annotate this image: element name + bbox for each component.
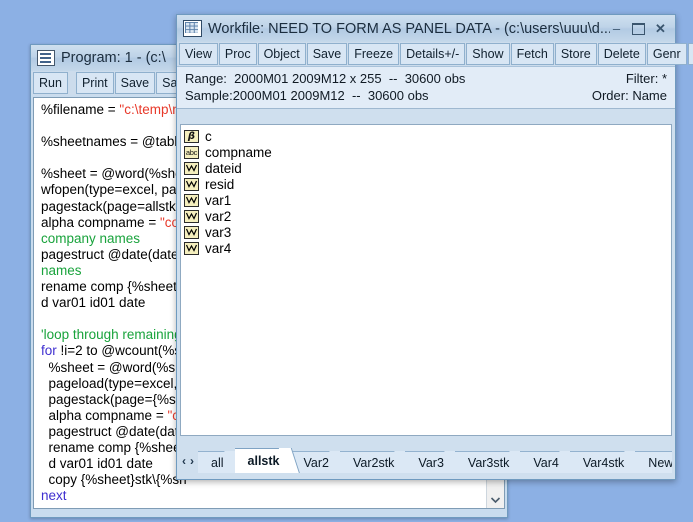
series-icon — [184, 226, 199, 239]
workfile-tab-all[interactable]: all — [198, 451, 235, 473]
close-icon[interactable] — [654, 24, 667, 34]
tab-next-arrow[interactable]: › — [190, 454, 194, 468]
maximize-icon[interactable] — [632, 23, 645, 35]
workfile-window[interactable]: Workfile: NEED TO FORM AS PANEL DATA - (… — [176, 14, 676, 480]
workfile-toolbar-show-button[interactable]: Show — [466, 43, 509, 65]
workfile-toolbar-store-button[interactable]: Store — [555, 43, 597, 65]
workfile-object-row[interactable]: abc compname — [184, 144, 671, 160]
workfile-tab-label: Var2 — [303, 456, 328, 470]
workfile-object-row[interactable]: var4 — [184, 240, 671, 256]
workfile-object-label: var4 — [205, 241, 231, 256]
series-icon — [184, 194, 199, 207]
coefficient-beta-icon: β — [184, 130, 199, 143]
program-icon — [37, 50, 55, 66]
window-controls — [610, 23, 671, 35]
workfile-object-row[interactable]: var1 — [184, 192, 671, 208]
workfile-toolbar-fetch-button[interactable]: Fetch — [511, 43, 554, 65]
tab-prev-arrow[interactable]: ‹ — [182, 454, 186, 468]
workfile-toolbar-freeze-button[interactable]: Freeze — [348, 43, 399, 65]
workfile-sample-row: Sample:2000M01 2009M12 -- 30600 obs Orde… — [185, 87, 667, 104]
workfile-page-tabs[interactable]: all allstk Var2 Var2stk Var3 Var3stk Var4 Var4s… — [198, 448, 672, 473]
program-toolbar-run-button[interactable]: Run — [33, 72, 68, 94]
workfile-toolbar-delete-button[interactable]: Delete — [598, 43, 646, 65]
alpha-series-abc-icon: abc — [184, 146, 199, 159]
workfile-object-row[interactable]: resid — [184, 176, 671, 192]
filter-label: Filter: — [626, 71, 659, 86]
workfile-tab-new-page[interactable]: New Page — [635, 451, 672, 473]
workfile-tab-label: Var2stk — [353, 456, 394, 470]
series-icon — [184, 210, 199, 223]
series-icon — [184, 242, 199, 255]
workfile-toolbar-sample-button[interactable]: Sample — [688, 43, 693, 65]
workfile-toolbar-details-button[interactable]: Details+/- — [400, 43, 465, 65]
workfile-object-label: compname — [205, 145, 272, 160]
filter-value: * — [662, 71, 667, 86]
workfile-object-row[interactable]: var3 — [184, 224, 671, 240]
workfile-object-label: var3 — [205, 225, 231, 240]
workfile-object-label: var2 — [205, 209, 231, 224]
workfile-object-row[interactable]: βc — [184, 128, 671, 144]
workfile-toolbar-proc-button[interactable]: Proc — [219, 43, 257, 65]
workfile-tab-label: allstk — [248, 454, 280, 468]
workfile-toolbar-view-button[interactable]: View — [179, 43, 218, 65]
workfile-titlebar[interactable]: Workfile: NEED TO FORM AS PANEL DATA - (… — [177, 15, 675, 42]
workfile-tab-label: all — [211, 456, 224, 470]
workfile-tab-var4stk[interactable]: Var4stk — [570, 451, 635, 473]
workfile-tab-label: New Page — [648, 456, 672, 470]
workfile-tab-strip[interactable]: ‹ › all allstk Var2 Var2stk Var3 Var3stk Var4 V… — [180, 440, 672, 473]
order-value: Name — [632, 88, 667, 103]
workfile-toolbar-object-button[interactable]: Object — [258, 43, 306, 65]
workfile-tab-var4[interactable]: Var4 — [520, 451, 569, 473]
workfile-tab-label: Var4stk — [583, 456, 624, 470]
workfile-toolbar-genr-button[interactable]: Genr — [647, 43, 687, 65]
workfile-range-row: Range: 2000M01 2009M12 x 255 -- 30600 ob… — [185, 70, 667, 87]
chevron-down-icon[interactable] — [487, 491, 504, 508]
workfile-info-panel: Range: 2000M01 2009M12 x 255 -- 30600 ob… — [177, 66, 675, 109]
code-line-blank — [41, 504, 504, 509]
code-line: next — [41, 488, 504, 504]
series-icon — [184, 162, 199, 175]
sample-value: 2000M01 2009M12 -- 30600 obs — [233, 88, 429, 103]
tab-nav-arrows[interactable]: ‹ › — [180, 454, 198, 473]
workfile-grid-icon — [183, 20, 202, 37]
workfile-object-label: c — [205, 129, 212, 144]
workfile-tab-var3[interactable]: Var3 — [405, 451, 454, 473]
workfile-tab-allstk[interactable]: allstk — [235, 448, 291, 473]
workfile-object-row[interactable]: dateid — [184, 160, 671, 176]
workfile-toolbar-save-button[interactable]: Save — [307, 43, 348, 65]
workfile-object-label: dateid — [205, 161, 242, 176]
workfile-object-row[interactable]: var2 — [184, 208, 671, 224]
sample-label: Sample: — [185, 88, 233, 103]
workfile-tab-label: Var4 — [533, 456, 558, 470]
workfile-tab-label: Var3stk — [468, 456, 509, 470]
order-label: Order: — [592, 88, 629, 103]
range-value: 2000M01 2009M12 x 255 -- 30600 obs — [234, 71, 465, 86]
workfile-tab-var2stk[interactable]: Var2stk — [340, 451, 405, 473]
workfile-object-label: var1 — [205, 193, 231, 208]
program-toolbar-print-button[interactable]: Print — [76, 72, 114, 94]
workfile-tab-label: Var3 — [418, 456, 443, 470]
series-icon — [184, 178, 199, 191]
workfile-object-label: resid — [205, 177, 234, 192]
workfile-window-title: Workfile: NEED TO FORM AS PANEL DATA - (… — [208, 21, 610, 37]
workfile-toolbar: ViewProcObjectSaveFreezeDetails+/-ShowFe… — [177, 42, 675, 66]
range-label: Range: — [185, 71, 227, 86]
minimize-icon[interactable] — [610, 24, 623, 34]
workfile-object-list[interactable]: βcabccompnamedateidresidvar1var2var3var4 — [180, 124, 672, 436]
workfile-tab-var3stk[interactable]: Var3stk — [455, 451, 520, 473]
program-toolbar-save-button[interactable]: Save — [115, 72, 156, 94]
